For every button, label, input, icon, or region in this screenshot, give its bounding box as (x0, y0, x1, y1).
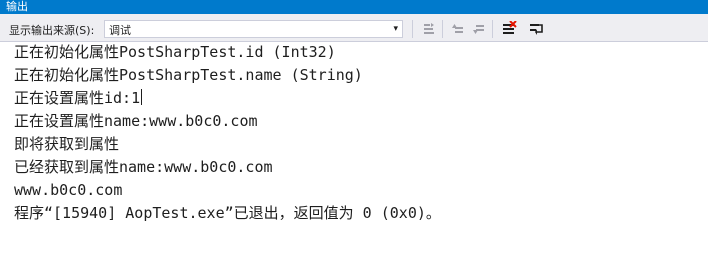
output-window-titlebar: 输出 (0, 0, 708, 14)
next-message-button[interactable] (470, 20, 488, 38)
toolbar-separator (492, 20, 493, 38)
go-to-location-button[interactable] (420, 20, 438, 38)
output-window-title: 输出 (6, 0, 28, 13)
next-message-icon (473, 25, 484, 34)
clear-all-button[interactable] (500, 20, 518, 38)
output-toolbar: 显示输出来源(S): 调试 ▾ (0, 14, 708, 42)
output-source-dropdown[interactable]: 调试 ▾ (104, 20, 403, 38)
prev-message-icon (452, 24, 463, 33)
output-line: 正在初始化属性PostSharpTest.name (String) (14, 66, 363, 84)
output-line: 正在设置属性name:www.b0c0.com (14, 112, 258, 130)
output-text-area[interactable]: 正在初始化属性PostSharpTest.id (Int32) 正在初始化属性P… (0, 42, 708, 276)
output-line: 正在初始化属性PostSharpTest.id (Int32) (14, 43, 336, 61)
text-caret (141, 89, 143, 105)
go-to-location-icon (424, 23, 434, 34)
output-line: 即将获取到属性 (14, 135, 120, 153)
word-wrap-button[interactable] (528, 20, 546, 38)
output-line: 程序“[15940] AopTest.exe”已退出，返回值为 0 (0x0)。 (14, 204, 441, 222)
clear-all-icon (503, 21, 517, 34)
output-line-text: 正在设置属性id:1 (14, 89, 141, 107)
output-source-label: 显示输出来源(S): (9, 24, 95, 37)
output-line-with-caret: 正在设置属性id:1 (14, 88, 143, 108)
prev-message-button[interactable] (449, 20, 467, 38)
word-wrap-icon (530, 24, 543, 35)
output-line: www.b0c0.com (14, 181, 123, 199)
toolbar-separator (442, 20, 443, 38)
output-source-value: 调试 (109, 24, 131, 37)
dropdown-arrow-icon[interactable]: ▾ (393, 21, 398, 37)
output-line: 已经获取到属性name:www.b0c0.com (14, 158, 273, 176)
toolbar-separator (412, 20, 413, 38)
